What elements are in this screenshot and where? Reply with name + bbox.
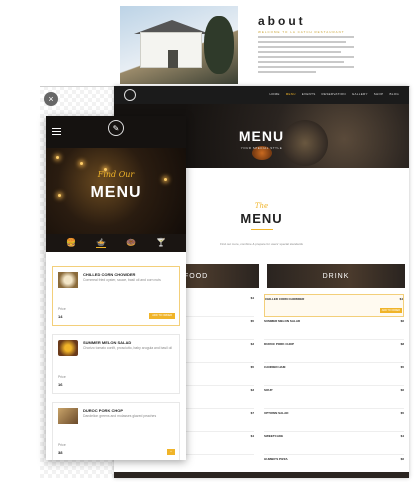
menu-row-price: $5 (400, 365, 404, 369)
menu-section-rule (250, 229, 273, 230)
price-label: Price (58, 307, 66, 311)
menu-row-price: $6 (400, 457, 404, 461)
page: about WELCOME TO LA CATCH RESTAURANT HOM… (0, 0, 415, 482)
mobile-preview: ✎ Find Our MENU 🍔 🍲 🍩 🍸 CHILLED CORN CHOWDE… (46, 116, 186, 460)
nav-link-gallery[interactable]: GALLERY (352, 92, 368, 96)
menu-row-price: $4 (250, 296, 254, 300)
menu-item-card[interactable]: SUMMER MELON SALAD Chorizo tomato confit,… (52, 334, 180, 394)
menu-row-name: UPTOWN SALAD (264, 411, 289, 415)
menu-row-name: DUROC PORK CHOP (264, 342, 295, 346)
menu-row-price: $4 (400, 434, 404, 438)
desktop-navbar: HOME MENU EVENTS RESERVATION GALLERY SHOP BLOG (114, 86, 409, 104)
mobile-hero: Find Our MENU (46, 148, 186, 234)
tab-drink[interactable]: DRINK (267, 264, 405, 288)
desktop-logo-icon[interactable] (124, 89, 136, 101)
about-text (258, 36, 354, 76)
menu-row-price: $7 (250, 411, 254, 415)
dish-name: CHILLED CORN CHOWDER (83, 272, 136, 277)
hamburger-icon[interactable] (52, 128, 61, 137)
nav-link-home[interactable]: HOME (269, 92, 279, 96)
dish-name: DUROC PORK CHOP (83, 408, 124, 413)
mobile-logo-icon[interactable]: ✎ (108, 120, 124, 136)
about-title: about (258, 14, 306, 28)
menu-row-price: $5 (400, 411, 404, 415)
nav-link-reservation[interactable]: RESERVATION (322, 92, 346, 96)
category-1-icon[interactable]: 🍲 (96, 238, 106, 248)
dish-description: Cornmeal fried oyster, sauce, basil oil … (83, 278, 161, 282)
desktop-footer (114, 472, 409, 478)
menu-row-price: $4 (399, 297, 403, 301)
price-value: 14 (58, 314, 63, 319)
close-icon[interactable]: × (44, 92, 58, 106)
nav-link-events[interactable]: EVENTS (302, 92, 316, 96)
mobile-header: ✎ (46, 116, 186, 148)
mobile-hero-find: Find Our (97, 170, 135, 179)
menu-row-price: $3 (250, 388, 254, 392)
menu-row-name: GUMBO'S PIZZA (264, 457, 288, 461)
about-photo (120, 6, 238, 84)
category-3-icon[interactable]: 🍸 (156, 239, 166, 247)
about-subtitle: WELCOME TO LA CATCH RESTAURANT (258, 30, 345, 34)
mobile-menu-list: CHILLED CORN CHOWDER Cornmeal fried oyste… (52, 266, 180, 460)
menu-row[interactable]: SOUP $6 (264, 386, 404, 409)
mobile-category-bar: 🍔 🍲 🍩 🍸 (46, 234, 186, 252)
menu-row-price: $6 (400, 319, 404, 323)
menu-row[interactable]: CANDIED HAM $5 (264, 363, 404, 386)
add-button[interactable]: + (167, 449, 175, 455)
menu-row[interactable]: UPTOWN SALAD $5 (264, 409, 404, 432)
desktop-nav-links: HOME MENU EVENTS RESERVATION GALLERY SHOP BLOG (269, 92, 399, 96)
dish-thumbnail (58, 340, 78, 356)
dish-description: Chorizo tomato confit, prosciutto, baby … (83, 346, 172, 350)
menu-row[interactable]: SWEETCAKE $4 (264, 432, 404, 455)
nav-link-blog[interactable]: BLOG (389, 92, 399, 96)
menu-row-name: SOUP (264, 388, 273, 392)
dish-name: SUMMER MELON SALAD (83, 340, 132, 345)
price-value: 38 (58, 450, 63, 455)
menu-row-price: $5 (250, 365, 254, 369)
price-value: 16 (58, 382, 63, 387)
category-0-icon[interactable]: 🍔 (66, 239, 76, 247)
add-to-order-button[interactable]: ADD TO ORDER (379, 308, 402, 313)
menu-row-name: SWEETCAKE (264, 434, 284, 438)
menu-row-price: $3 (250, 342, 254, 346)
menu-row-name: SUMMER MELON SALAD (264, 319, 301, 323)
menu-row[interactable]: DUROC PORK CHOP $8 (264, 340, 404, 363)
menu-row-price: $5 (250, 319, 254, 323)
menu-row[interactable]: SUMMER MELON SALAD $6 (264, 317, 404, 340)
string-light-icon (56, 156, 59, 159)
nav-link-shop[interactable]: SHOP (374, 92, 384, 96)
dish-thumbnail (58, 272, 78, 288)
menu-row-name: CANDIED HAM (264, 365, 286, 369)
dish-thumbnail (58, 408, 78, 424)
menu-row-price: $6 (400, 388, 404, 392)
menu-item-card[interactable]: CHILLED CORN CHOWDER Cornmeal fried oyste… (52, 266, 180, 326)
menu-row-name: CHILLED CORN CHOWDER (265, 297, 305, 301)
mobile-hero-title: MENU (90, 184, 142, 201)
menu-row[interactable]: CHILLED CORN CHOWDER $4 ADD TO ORDER (264, 294, 404, 317)
menu-row-price: $4 (250, 434, 254, 438)
string-light-icon (80, 162, 83, 165)
dish-description: Dandelion greens and molasses glazed pea… (83, 414, 157, 418)
price-label: Price (58, 375, 66, 379)
category-2-icon[interactable]: 🍩 (126, 239, 136, 247)
menu-column-right: CHILLED CORN CHOWDER $4 ADD TO ORDER SUMMER… (264, 294, 404, 478)
menu-row-price: $8 (400, 342, 404, 346)
add-to-order-button[interactable]: ADD TO ORDER (149, 313, 175, 319)
nav-link-menu[interactable]: MENU (286, 92, 296, 96)
menu-item-card[interactable]: DUROC PORK CHOP Dandelion greens and mola… (52, 402, 180, 460)
price-label: Price (58, 443, 66, 447)
